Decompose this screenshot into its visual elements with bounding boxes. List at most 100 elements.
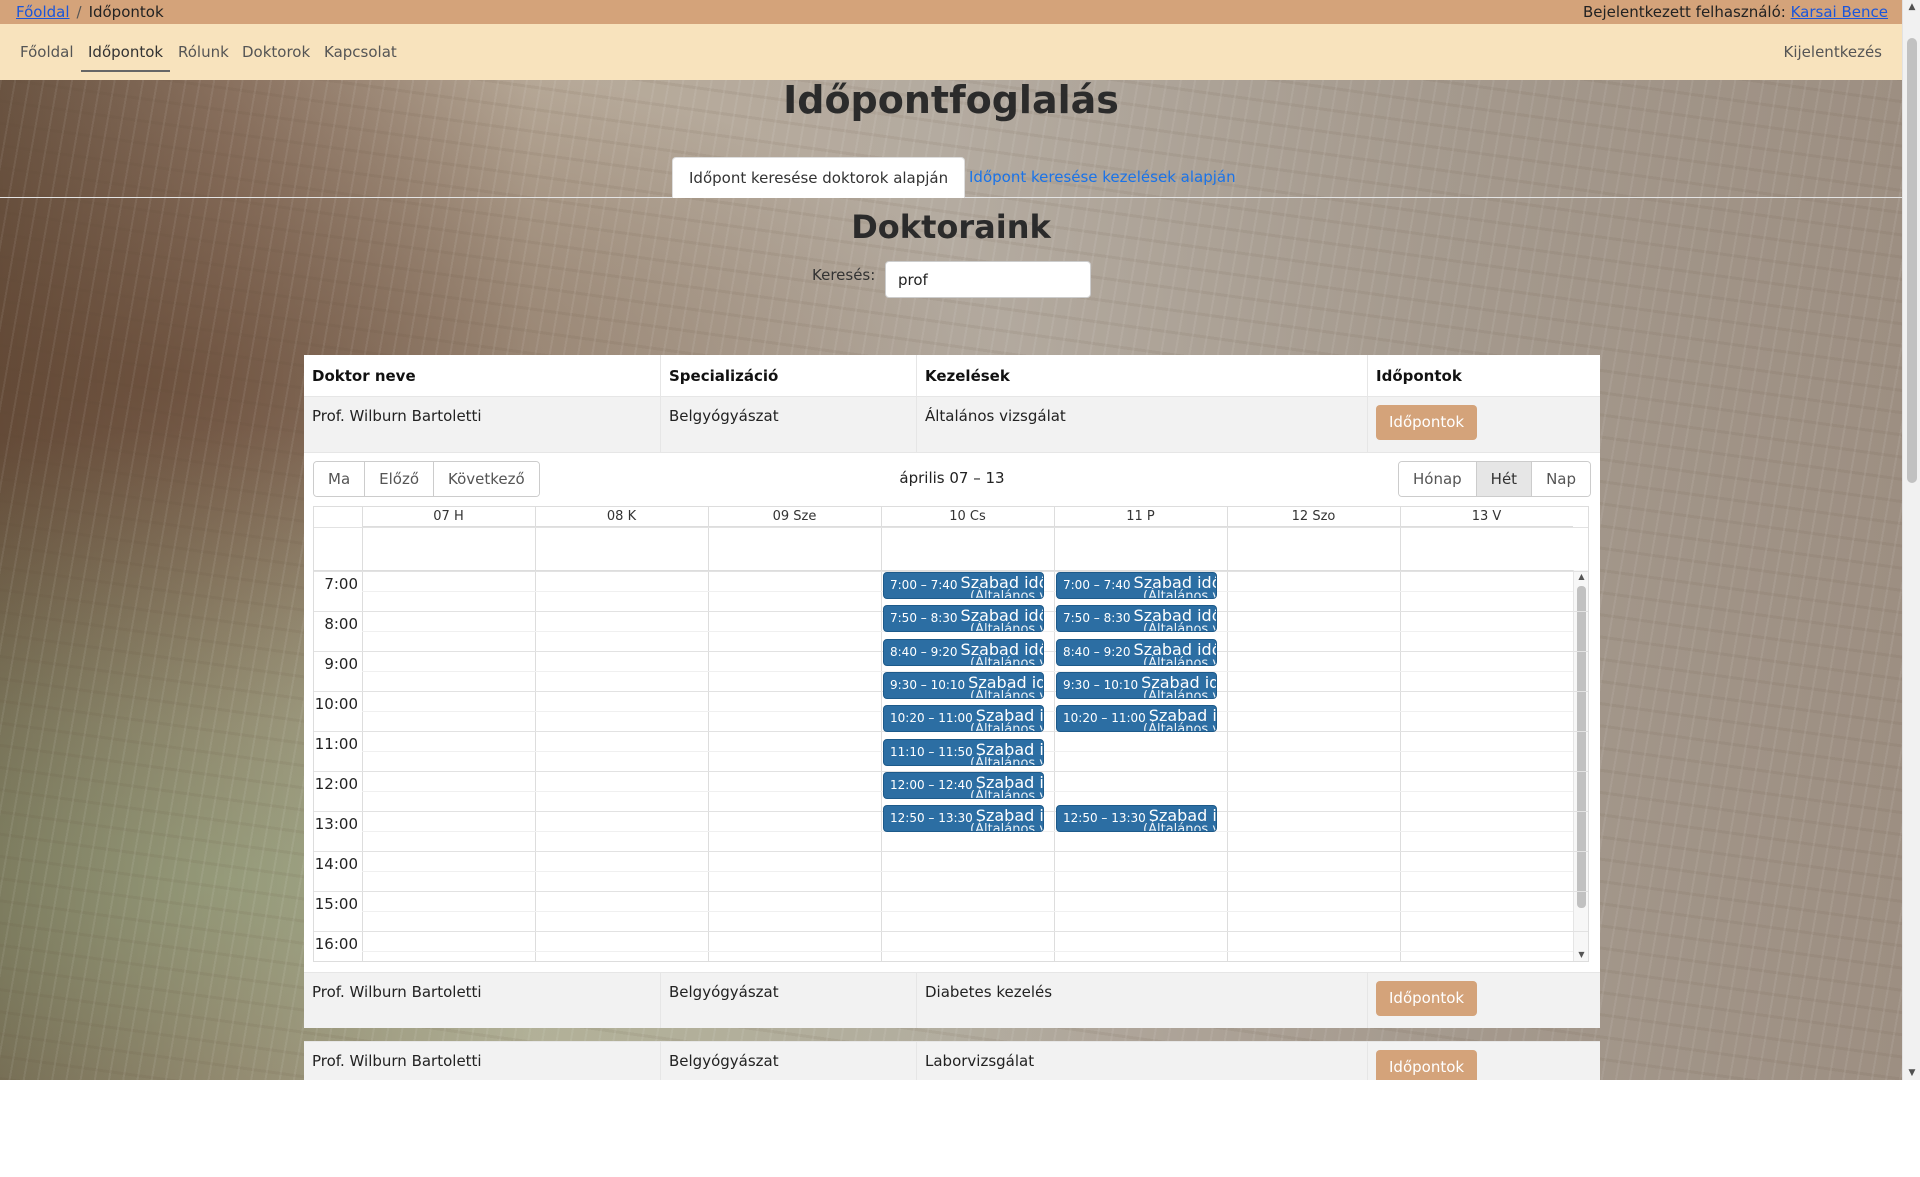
doctor-name: Prof. Wilburn Bartoletti (304, 397, 661, 452)
day-header: 10 Cs (881, 507, 1054, 527)
free-slot-event[interactable]: 10:20 – 11:00Szabad időpont(Általános vi… (1056, 705, 1217, 733)
half-hour-line (362, 871, 1573, 872)
hour-label: 16:00 (314, 935, 358, 953)
day-column[interactable] (1227, 507, 1400, 961)
event-time: 10:20 – 11:00 (1063, 711, 1146, 726)
hour-line (314, 891, 1588, 892)
nav-item-about[interactable]: Rólunk (178, 24, 229, 80)
free-slot-event[interactable]: 7:00 – 7:40Szabad időpont(Általános vizs… (1056, 572, 1217, 599)
hour-label: 7:00 (324, 575, 358, 593)
table-row: Prof. Wilburn Bartoletti Belgyógyászat Á… (304, 396, 1600, 452)
day-view-button[interactable]: Nap (1532, 462, 1590, 496)
week-view-button[interactable]: Hét (1476, 462, 1533, 496)
hour-label: 13:00 (314, 815, 358, 833)
event-subtitle: (Általános vizsgálat) (970, 689, 1043, 699)
calendar-week-grid: ▲ ▼ 07 H 08 K 09 Sze 10 Cs 11 P 12 Szo 13 V 7:0… (313, 506, 1589, 962)
tab-search-by-treatments[interactable]: Időpont keresése kezelések alapján (953, 157, 1252, 198)
user-name-link[interactable]: Karsai Bence (1791, 3, 1888, 21)
browser-viewport: Főoldal / Időpontok Bejelentkezett felhasz… (0, 0, 1920, 1080)
event-time: 7:00 – 7:40 (890, 578, 958, 592)
calendar-view-buttons: Hónap Hét Nap (1397, 461, 1591, 497)
free-slot-event[interactable]: 8:40 – 9:20Szabad időpont(Általános vizs… (883, 638, 1044, 666)
doctor-name: Prof. Wilburn Bartoletti (304, 1042, 661, 1080)
event-subtitle: (Általános vizsgálat) (970, 789, 1043, 799)
scroll-down-arrow-icon[interactable]: ▼ (1574, 950, 1589, 959)
month-view-button[interactable]: Hónap (1398, 462, 1477, 496)
breadcrumb-current: Időpontok (88, 3, 164, 21)
section-title: Doktoraink (851, 208, 1051, 246)
appointments-button[interactable]: Időpontok (1376, 1050, 1478, 1080)
logged-in-label: Bejelentkezett felhasználó: (1582, 3, 1786, 21)
scroll-up-arrow-icon[interactable]: ▲ (1574, 572, 1589, 581)
page-scroll-up-icon[interactable]: ▲ (1903, 2, 1920, 12)
calendar-scrollbar[interactable]: ▲ ▼ (1573, 570, 1588, 961)
page-scroll-down-icon[interactable]: ▼ (1903, 1068, 1920, 1078)
logout-link[interactable]: Kijelentkezés (1784, 24, 1882, 80)
nav-item-contact[interactable]: Kapcsolat (324, 24, 397, 80)
event-time: 9:30 – 10:10 (1063, 678, 1139, 692)
free-slot-event[interactable]: 9:30 – 10:10Szabad időpont(Általános viz… (1056, 672, 1217, 699)
event-subtitle: (Általános vizsgálat) (970, 755, 1043, 766)
event-subtitle: (Általános vizsgálat) (1143, 655, 1216, 666)
calendar-scrollbar-thumb[interactable] (1577, 586, 1586, 908)
event-time: 7:00 – 7:40 (1063, 578, 1131, 592)
hour-line (314, 931, 1588, 932)
half-hour-line (362, 911, 1573, 912)
event-subtitle: (Általános vizsgálat) (970, 622, 1043, 633)
day-header: 11 P (1054, 507, 1227, 527)
page-scrollbar[interactable]: ▲ ▼ (1902, 0, 1920, 1080)
free-slot-event[interactable]: 11:10 – 11:50Szabad időpont(Általános vi… (883, 738, 1044, 766)
appointments-cell: Időpontok (1368, 397, 1600, 452)
event-time: 12:50 – 13:30 (1063, 811, 1146, 826)
event-time: 7:50 – 8:30 (890, 611, 958, 626)
event-time: 9:30 – 10:10 (890, 678, 966, 692)
event-time: 11:10 – 11:50 (890, 744, 973, 759)
free-slot-event[interactable]: 10:20 – 11:00Szabad időpont(Általános vi… (883, 705, 1044, 733)
day-column[interactable] (535, 507, 708, 961)
nav-item-doctors[interactable]: Doktorok (242, 24, 310, 80)
doctor-name: Prof. Wilburn Bartoletti (304, 973, 661, 1028)
hour-label: 8:00 (324, 615, 358, 633)
event-time: 10:20 – 11:00 (890, 711, 973, 726)
event-time: 12:50 – 13:30 (890, 811, 973, 826)
event-subtitle: (Általános vizsgálat) (1143, 689, 1216, 699)
column-header-specialization: Specializáció (661, 355, 917, 396)
day-header-divider (314, 527, 1588, 528)
day-header: 07 H (362, 507, 535, 527)
breadcrumb-separator: / (76, 3, 82, 21)
appointments-button[interactable]: Időpontok (1376, 981, 1478, 1016)
day-column[interactable] (708, 507, 881, 961)
day-header: 08 K (535, 507, 708, 527)
event-time: 12:00 – 12:40 (890, 778, 973, 792)
column-header-appointments: Időpontok (1376, 367, 1462, 385)
column-header-treatments: Kezelések (917, 355, 1368, 396)
day-column[interactable] (1400, 507, 1573, 961)
free-slot-event[interactable]: 7:50 – 8:30Szabad időpont(Általános vizs… (883, 605, 1044, 633)
free-slot-event[interactable]: 12:50 – 13:30Szabad időpont(Általános vi… (1056, 805, 1217, 833)
row-gap (304, 1028, 1600, 1041)
doctors-table: Doktor neve Specializáció Kezelések Időp… (304, 355, 1600, 1080)
day-column[interactable] (362, 507, 535, 961)
free-slot-event[interactable]: 12:50 – 13:30Szabad időpont(Általános vi… (883, 805, 1044, 833)
hour-label: 15:00 (314, 895, 358, 913)
free-slot-event[interactable]: 8:40 – 9:20Szabad időpont(Általános vizs… (1056, 638, 1217, 666)
hour-label: 10:00 (314, 695, 358, 713)
hour-label: 11:00 (314, 735, 358, 753)
nav-item-appointments[interactable]: Időpontok (80, 24, 171, 80)
doctor-treatment: Általános vizsgálat (917, 397, 1368, 452)
appointments-button[interactable]: Időpontok (1376, 405, 1478, 440)
event-subtitle: (Általános vizsgálat) (1143, 722, 1216, 733)
table-row: Prof. Wilburn Bartoletti Belgyógyászat D… (304, 972, 1600, 1028)
event-subtitle: (Általános vizsgálat) (1143, 589, 1216, 599)
free-slot-event[interactable]: 7:00 – 7:40Szabad időpont(Általános vizs… (883, 572, 1044, 599)
tab-search-by-doctors[interactable]: Időpont keresése doktorok alapján (672, 157, 966, 198)
page-scrollbar-thumb[interactable] (1907, 38, 1917, 483)
search-input[interactable] (885, 261, 1091, 298)
hour-label: 14:00 (314, 855, 358, 873)
event-subtitle: (Általános vizsgálat) (1143, 622, 1216, 633)
free-slot-event[interactable]: 7:50 – 8:30Szabad időpont(Általános vizs… (1056, 605, 1217, 633)
free-slot-event[interactable]: 12:00 – 12:40Szabad időpont(Általános vi… (883, 772, 1044, 799)
nav-item-home[interactable]: Főoldal (20, 24, 74, 80)
breadcrumb-home-link[interactable]: Főoldal (16, 3, 70, 21)
free-slot-event[interactable]: 9:30 – 10:10Szabad időpont(Általános viz… (883, 672, 1044, 699)
